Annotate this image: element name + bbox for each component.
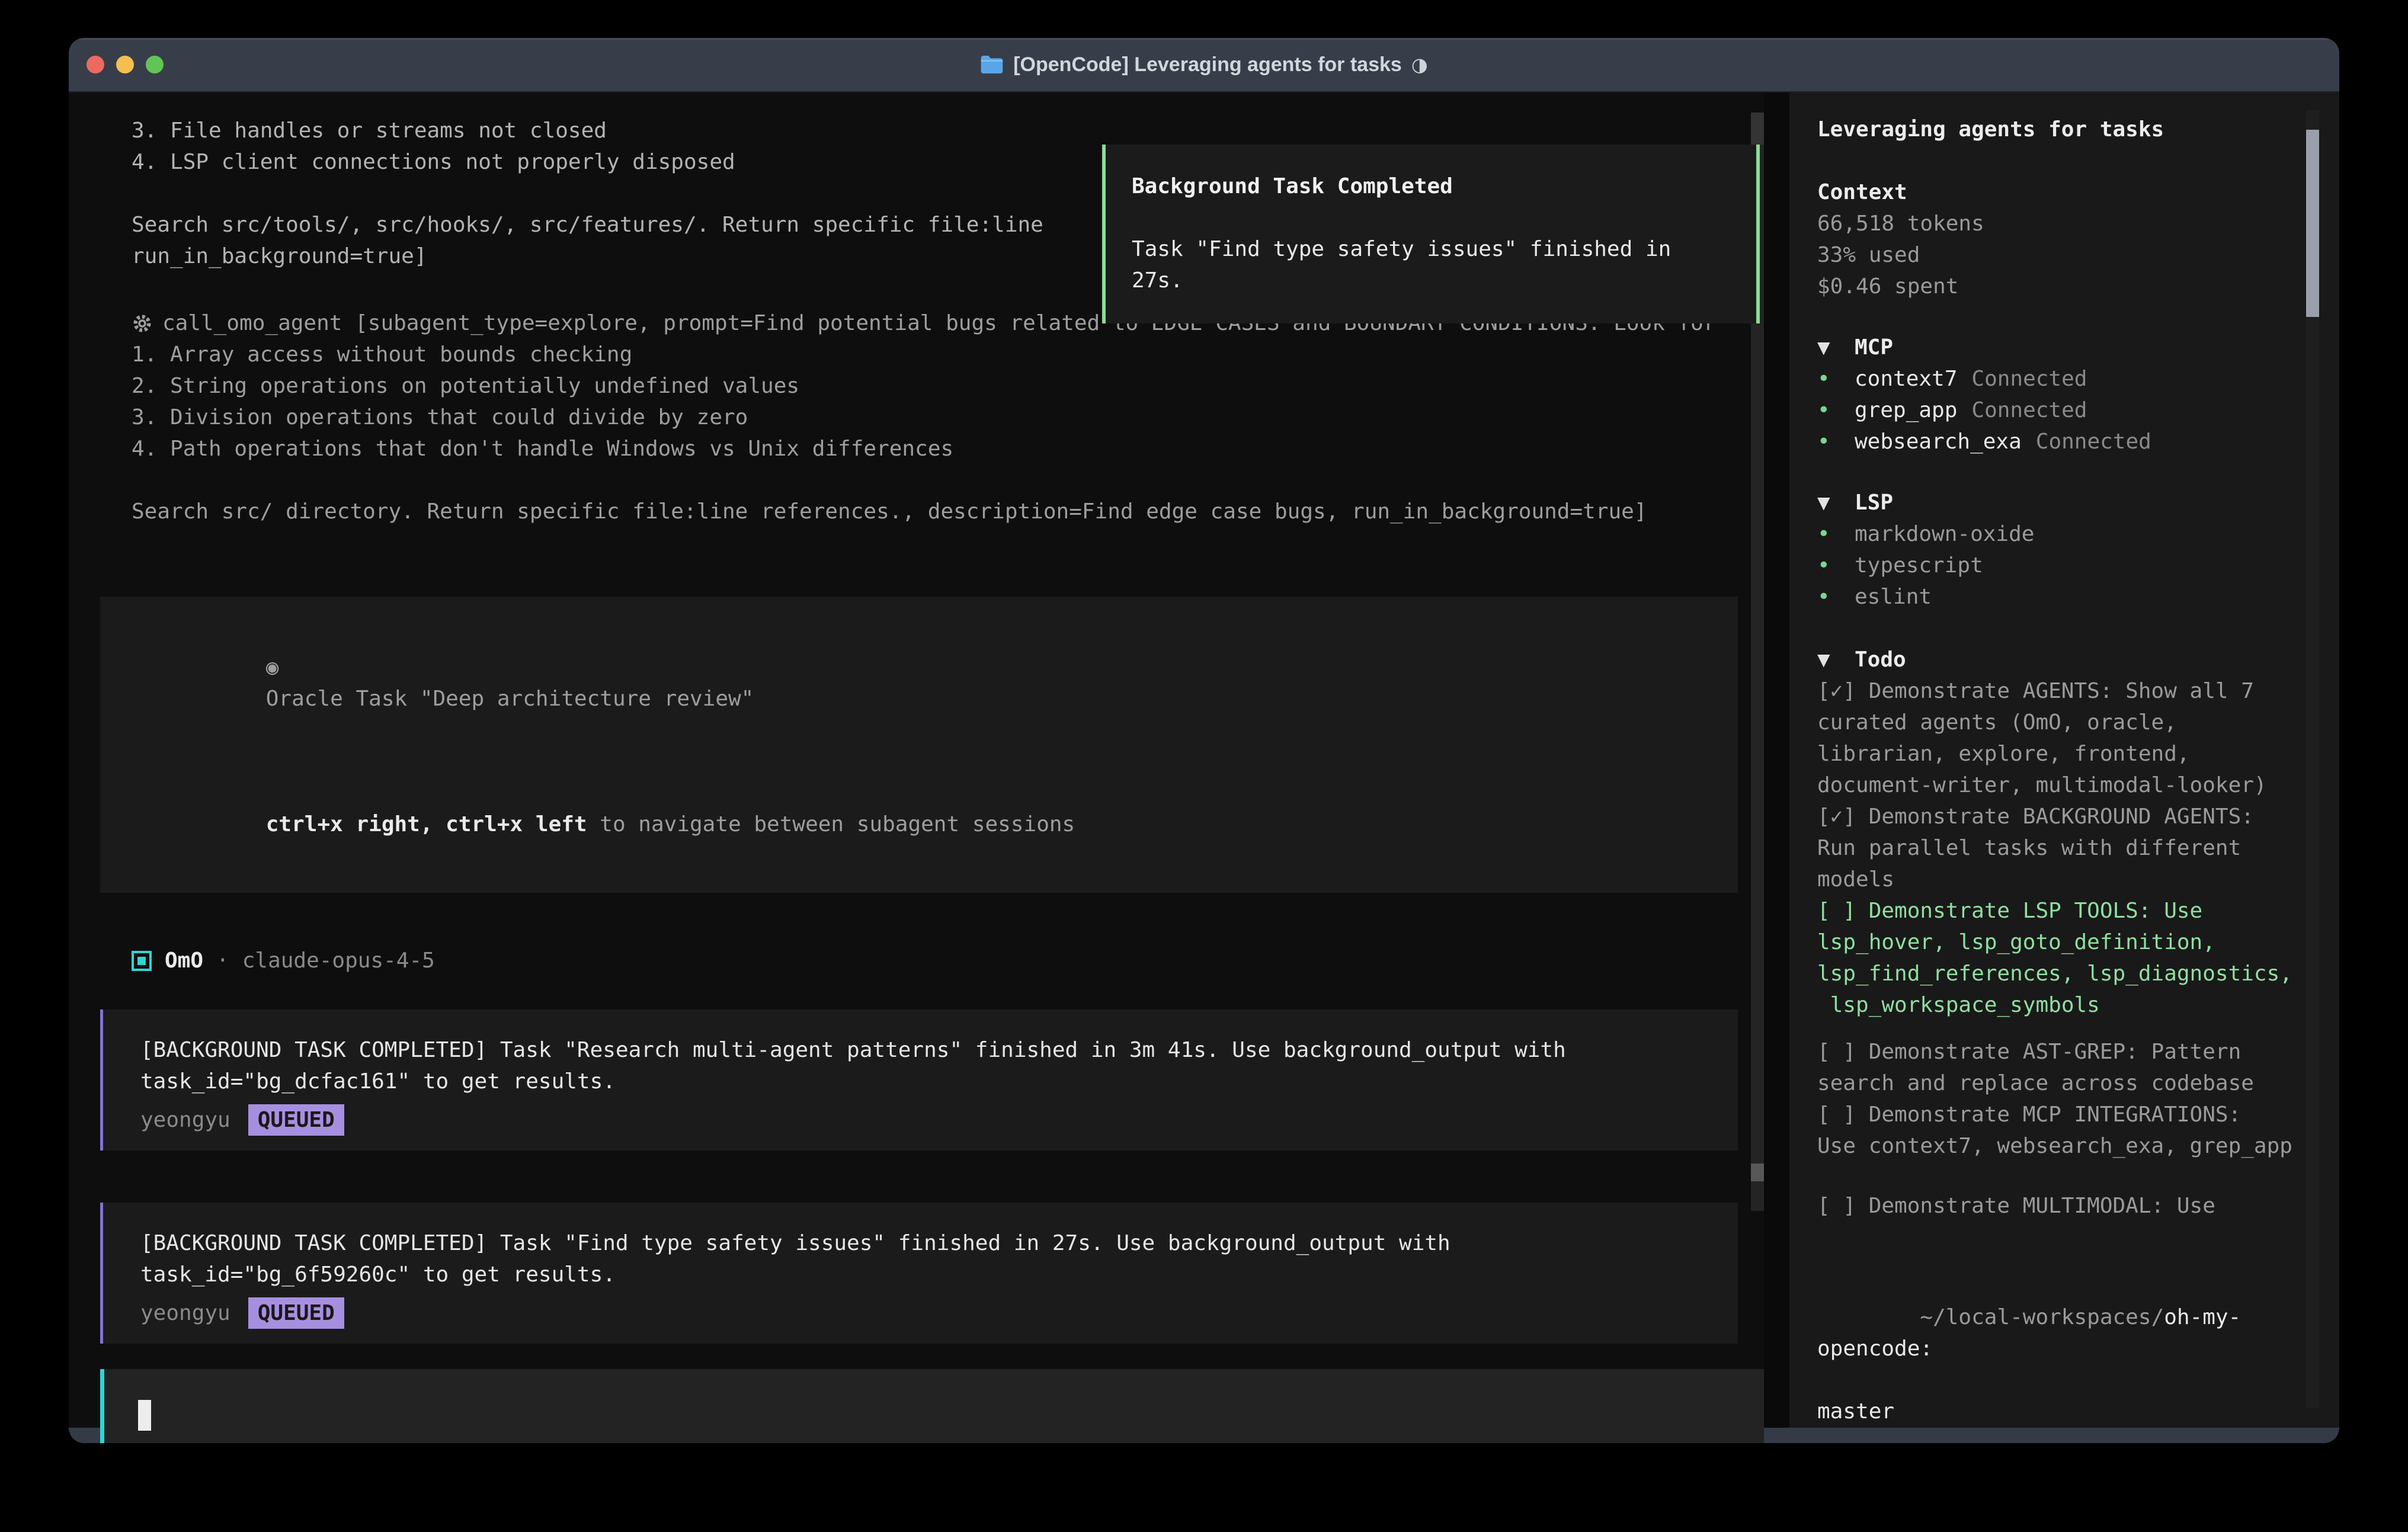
lsp-header-label: LSP: [1855, 487, 1893, 518]
lsp-name: markdown-oxide: [1855, 518, 2034, 550]
minimize-button[interactable]: [116, 56, 134, 73]
lsp-item: • markdown-oxide: [1817, 518, 2304, 550]
lsp-item: • eslint: [1817, 581, 2304, 613]
title-progress-icon: ◑: [1411, 53, 1428, 76]
mcp-name: grep_app: [1855, 395, 1957, 426]
mcp-header-label: MCP: [1855, 332, 1893, 363]
hint-text: to navigate between subagent sessions: [587, 812, 1075, 836]
message-text: [BACKGROUND TASK COMPLETED] Task "Resear…: [140, 1034, 1701, 1097]
background-task-message[interactable]: [BACKGROUND TASK COMPLETED] Task "Find t…: [100, 1203, 1738, 1344]
tool-call-line: 1. Array access without bounds checking: [132, 339, 1764, 370]
titlebar: [OpenCode] Leveraging agents for tasks ◑: [69, 38, 2339, 92]
lsp-name: eslint: [1855, 581, 1932, 613]
agent-icon: [132, 951, 152, 971]
oracle-task-panel[interactable]: ◉ Oracle Task "Deep architecture review"…: [100, 597, 1738, 893]
sidebar: Leveraging agents for tasks Context 66,5…: [1789, 92, 2339, 1428]
todo-header-label: Todo: [1855, 644, 1906, 675]
lsp-section-header[interactable]: ▼ LSP: [1817, 487, 2304, 518]
agent-separator: ·: [216, 945, 229, 976]
prompt-input[interactable]: OmO Opus 4.5 Anthropic: [100, 1369, 1764, 1443]
close-button[interactable]: [87, 56, 104, 73]
todo-item: [ ] Demonstrate AST-GREP: Pattern search…: [1817, 1036, 2304, 1099]
window-title-text: [OpenCode] Leveraging agents for tasks: [1013, 53, 1402, 76]
window-title: [OpenCode] Leveraging agents for tasks ◑: [980, 53, 1428, 76]
status-dot-icon: •: [1817, 426, 1855, 457]
session-title: Leveraging agents for tasks: [1817, 114, 2304, 145]
chevron-down-icon: ▼: [1817, 332, 1855, 363]
tool-call-line: 4. Path operations that don't handle Win…: [132, 433, 1764, 464]
tool-call-line: Search src/ directory. Return specific f…: [132, 496, 1764, 527]
context-section: Context 66,518 tokens 33% used $0.46 spe…: [1817, 177, 2304, 302]
notification-popup[interactable]: Background Task Completed Task "Find typ…: [1102, 145, 1760, 323]
chat-scrollbar-cap: [1751, 113, 1764, 145]
lsp-item: • typescript: [1817, 550, 2304, 581]
status-dot-icon: •: [1817, 550, 1855, 581]
mcp-item: • context7 Connected: [1817, 363, 2304, 395]
status-dot-icon: •: [1817, 363, 1855, 395]
chat-pane: 3. File handles or streams not closed 4.…: [69, 92, 1764, 1428]
session-icon: ◉: [266, 655, 279, 680]
mcp-item: • grep_app Connected: [1817, 395, 2304, 426]
notification-body: Task "Find type safety issues" finished …: [1132, 233, 1735, 296]
todo-item: [ ] Demonstrate LSP TOOLS: Use lsp_hover…: [1817, 895, 2304, 1021]
sidebar-scrollbar-thumb[interactable]: [2306, 130, 2319, 317]
lsp-section: ▼ LSP • markdown-oxide • typescript • es…: [1817, 487, 2304, 613]
todo-item: [✓] Demonstrate AGENTS: Show all 7 curat…: [1817, 675, 2304, 801]
context-tokens: 66,518 tokens: [1817, 208, 2304, 239]
hint-keys: ctrl+x right, ctrl+x left: [266, 812, 587, 836]
chevron-down-icon: ▼: [1817, 487, 1855, 518]
message-author: yeongyu: [140, 1104, 230, 1136]
zoom-button[interactable]: [146, 56, 164, 73]
gear-icon: [132, 313, 153, 334]
context-used: 33% used: [1817, 239, 2304, 271]
message-author: yeongyu: [140, 1297, 230, 1329]
mcp-status: Connected: [2036, 426, 2151, 457]
mcp-section-header[interactable]: ▼ MCP: [1817, 332, 2304, 363]
todo-item: [ ] Demonstrate MULTIMODAL: Use: [1817, 1190, 2304, 1222]
mcp-name: websearch_exa: [1855, 426, 2022, 457]
folder-icon: [980, 55, 1004, 75]
mcp-name: context7: [1855, 363, 1957, 395]
tool-call-line: 3. Division operations that could divide…: [132, 402, 1764, 433]
text-cursor: [138, 1400, 151, 1431]
workspace-branch: master: [1817, 1396, 2304, 1427]
todo-section: ▼ Todo [✓] Demonstrate AGENTS: Show all …: [1817, 644, 2304, 1222]
sidebar-scrollbar[interactable]: [2306, 110, 2319, 1408]
workspace-prefix: ~/local-workspaces/: [1920, 1305, 2164, 1329]
workspace-path: ~/local-workspaces/oh-my-opencode: maste…: [1817, 1270, 2304, 1443]
context-header: Context: [1817, 177, 2304, 208]
tool-call-line: [132, 464, 1764, 496]
todo-item: [ ] Demonstrate MCP INTEGRATIONS: Use co…: [1817, 1099, 2304, 1162]
tool-call-block: call_omo_agent [subagent_type=explore, p…: [100, 307, 1764, 527]
traffic-lights: [87, 38, 164, 91]
mcp-status: Connected: [1971, 363, 2087, 395]
status-dot-icon: •: [1817, 518, 1855, 550]
mcp-item: • websearch_exa Connected: [1817, 426, 2304, 457]
terminal-window: [OpenCode] Leveraging agents for tasks ◑…: [69, 38, 2339, 1443]
oracle-task-title: Oracle Task "Deep architecture review": [266, 687, 754, 711]
agent-session-header[interactable]: OmO · claude-opus-4-5: [100, 945, 1764, 976]
todo-section-header[interactable]: ▼ Todo: [1817, 644, 2304, 675]
message-text: [BACKGROUND TASK COMPLETED] Task "Find t…: [140, 1227, 1701, 1290]
status-badge: QUEUED: [248, 1104, 344, 1136]
chevron-down-icon: ▼: [1817, 644, 1855, 675]
tool-call-line: 2. String operations on potentially unde…: [132, 370, 1764, 402]
agent-model: claude-opus-4-5: [242, 945, 435, 976]
mcp-section: ▼ MCP • context7 Connected • grep_app Co…: [1817, 332, 2304, 457]
status-dot-icon: •: [1817, 581, 1855, 613]
lsp-name: typescript: [1855, 550, 1983, 581]
status-dot-icon: •: [1817, 395, 1855, 426]
todo-item: [✓] Demonstrate BACKGROUND AGENTS: Run p…: [1817, 801, 2304, 895]
log-line: 3. File handles or streams not closed: [132, 115, 1764, 146]
status-badge: QUEUED: [248, 1297, 344, 1329]
notification-title: Background Task Completed: [1132, 171, 1735, 202]
context-spent: $0.46 spent: [1817, 271, 2304, 302]
chat-scrollbar-thumb[interactable]: [1751, 1164, 1764, 1181]
mcp-status: Connected: [1971, 395, 2087, 426]
background-task-message[interactable]: [BACKGROUND TASK COMPLETED] Task "Resear…: [100, 1009, 1738, 1150]
agent-name: OmO: [165, 945, 203, 976]
